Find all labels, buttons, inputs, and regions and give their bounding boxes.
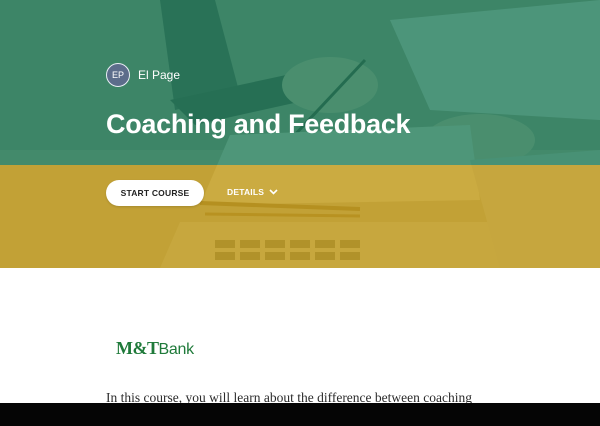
course-hero: EP El Page Coaching and Feedback START C…	[0, 0, 600, 268]
author-avatar: EP	[106, 63, 130, 87]
logo-mt: M&T	[116, 338, 159, 358]
details-toggle[interactable]: DETAILS	[227, 187, 278, 197]
author-name: El Page	[138, 68, 181, 82]
start-course-button[interactable]: START COURSE	[106, 180, 204, 206]
hero-gold-overlay	[0, 165, 600, 268]
course-title: Coaching and Feedback	[106, 109, 411, 139]
details-label: DETAILS	[227, 187, 265, 197]
mt-bank-logo: M&T Bank	[116, 338, 194, 359]
bottom-bar	[0, 403, 600, 426]
chevron-down-icon	[269, 189, 278, 195]
logo-bank: Bank	[158, 341, 195, 358]
course-author: EP El Page	[106, 63, 180, 87]
